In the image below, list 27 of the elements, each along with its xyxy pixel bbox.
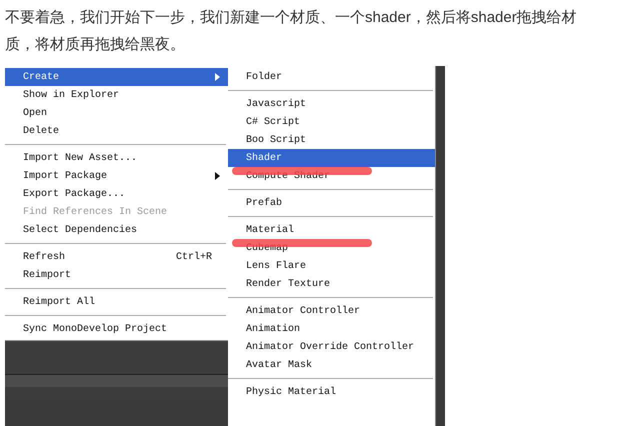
menu-item[interactable]: Import Package: [5, 167, 228, 185]
menu-item[interactable]: Select Dependencies: [5, 221, 228, 239]
menu-item[interactable]: Lens Flare: [228, 257, 435, 275]
menu-item[interactable]: Javascript: [228, 95, 435, 113]
menu-item[interactable]: Folder: [228, 68, 435, 86]
menu-item[interactable]: Refresh Ctrl+R: [5, 248, 228, 266]
menu-item[interactable]: Shader: [228, 149, 435, 167]
menu-item[interactable]: Open: [5, 104, 228, 122]
menu-item[interactable]: Animator Override Controller: [228, 338, 435, 356]
menu-item[interactable]: Reimport: [5, 266, 228, 284]
menu-item[interactable]: Show in Explorer: [5, 86, 228, 104]
menu-item[interactable]: Create: [5, 68, 228, 86]
menu-item[interactable]: Physic Material: [228, 383, 435, 401]
menu-item[interactable]: Reimport All: [5, 293, 228, 311]
menu-item[interactable]: Prefab: [228, 194, 435, 212]
menu-item[interactable]: C# Script: [228, 113, 435, 131]
menu-item[interactable]: Animator Controller: [228, 302, 435, 320]
menu-item[interactable]: Delete: [5, 122, 228, 140]
menu-item[interactable]: Export Package...: [5, 185, 228, 203]
menu-item[interactable]: Avatar Mask: [228, 356, 435, 374]
menu-item[interactable]: Animation: [228, 320, 435, 338]
menu-item[interactable]: Import New Asset...: [5, 149, 228, 167]
article-paragraph: 不要着急，我们开始下一步，我们新建一个材质、一个shader，然后将shader拖拽给材质，将材质再拖拽给黑夜。: [4, 8, 578, 55]
menu-item[interactable]: Sync MonoDevelop Project: [5, 320, 228, 338]
menu-item[interactable]: Boo Script: [228, 131, 435, 149]
menu-item[interactable]: Render Texture: [228, 275, 435, 293]
menu-item[interactable]: Material: [228, 221, 435, 239]
